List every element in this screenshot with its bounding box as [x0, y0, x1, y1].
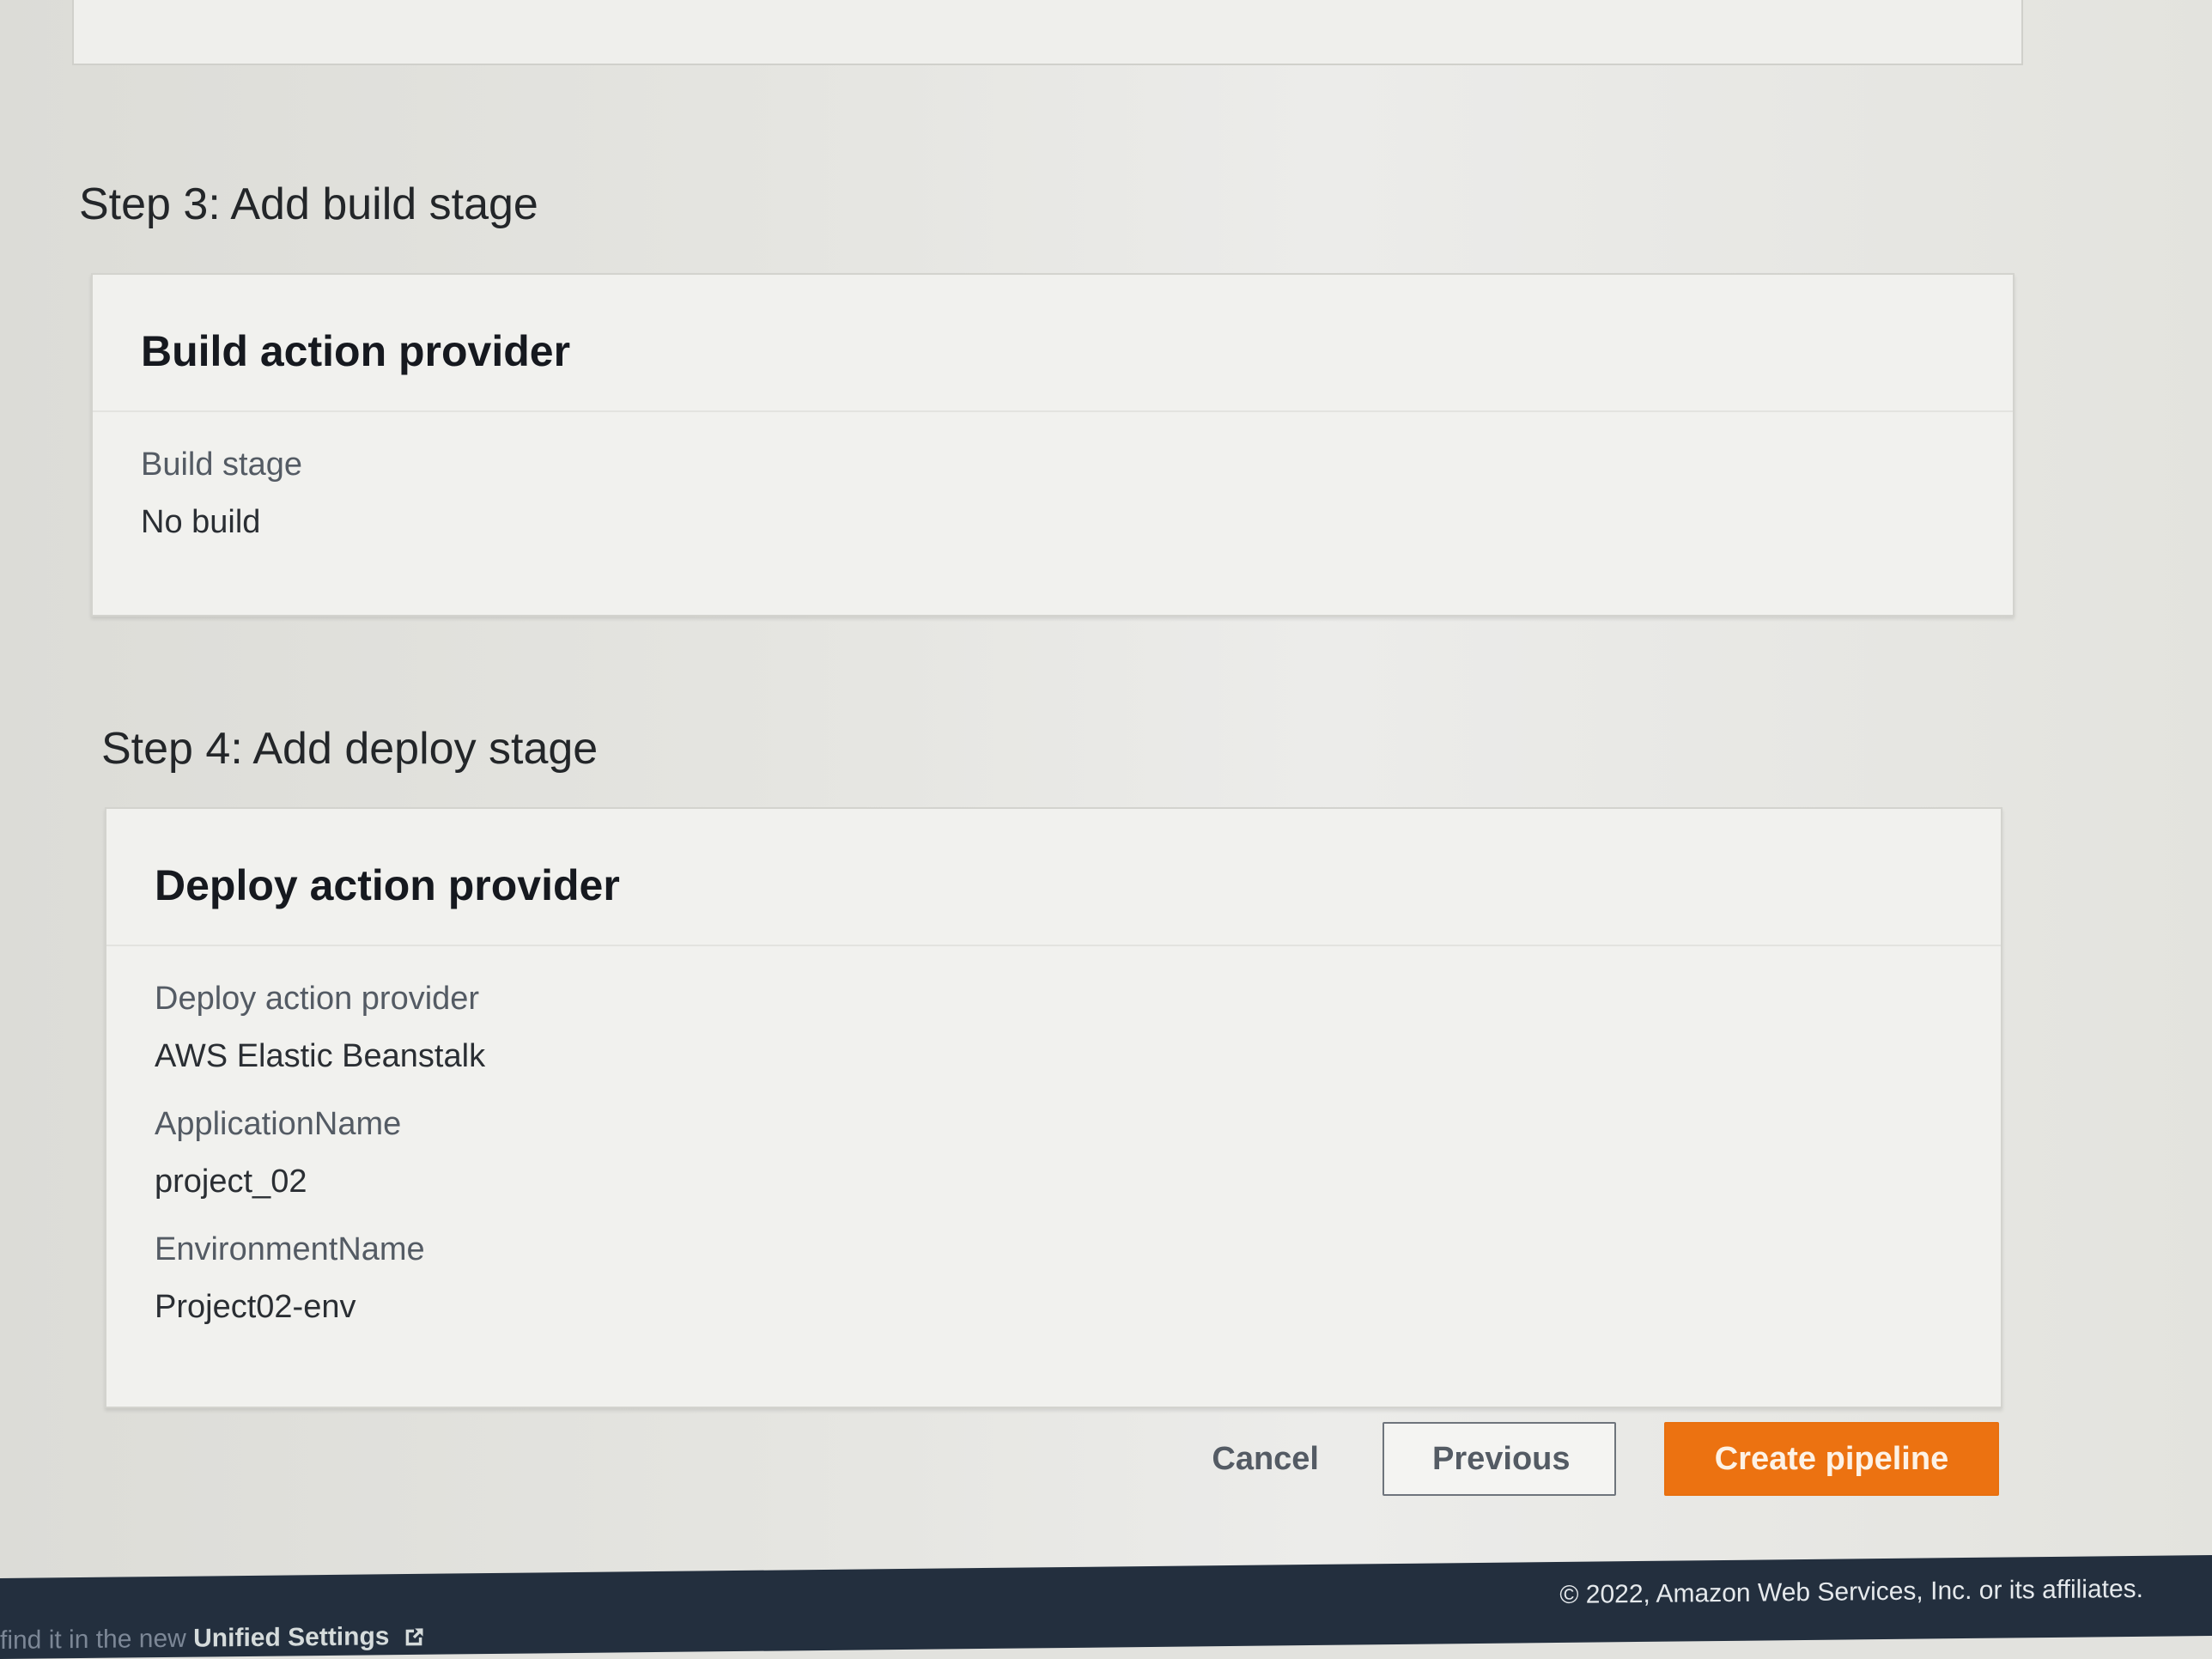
build-card-title: Build action provider [141, 327, 571, 375]
application-name-value: project_02 [155, 1164, 307, 1200]
external-link-icon [405, 1628, 423, 1646]
cancel-button[interactable]: Cancel [1196, 1422, 1334, 1496]
deploy-provider-label: Deploy action provider [155, 981, 480, 1017]
wizard-actions: Cancel Previous Create pipeline [1196, 1422, 1999, 1496]
build-stage-value: No build [141, 504, 261, 540]
step3-heading: Step 3: Add build stage [79, 179, 538, 229]
footer-settings-notice: find it in the new Unified Settings [0, 1622, 426, 1656]
build-stage-label: Build stage [141, 447, 303, 483]
environment-name-label: EnvironmentName [155, 1231, 425, 1267]
footer-copyright: © 2022, Amazon Web Services, Inc. or its… [1559, 1574, 2143, 1609]
unified-settings-label: Unified Settings [193, 1622, 390, 1653]
build-action-provider-card: Build action provider Build stage No bui… [91, 273, 2014, 617]
deploy-action-provider-card: Deploy action provider Deploy action pro… [105, 807, 2002, 1408]
card-body: Deploy action provider AWS Elastic Beans… [106, 946, 2001, 1326]
deploy-card-title: Deploy action provider [155, 861, 620, 909]
create-pipeline-button[interactable]: Create pipeline [1664, 1422, 1999, 1496]
card-header: Deploy action provider [106, 809, 2001, 946]
environment-name-value: Project02-env [155, 1289, 356, 1325]
step2-card-bottom [72, 0, 2023, 65]
deploy-provider-value: AWS Elastic Beanstalk [155, 1038, 486, 1074]
card-header: Build action provider [93, 275, 2013, 412]
page-content: Step 3: Add build stage Build action pro… [0, 0, 2212, 1599]
application-name-label: ApplicationName [155, 1106, 402, 1142]
unified-settings-link[interactable]: Unified Settings [193, 1622, 426, 1653]
footer-notice-text: find it in the new [0, 1624, 186, 1655]
previous-button[interactable]: Previous [1382, 1422, 1616, 1496]
step4-heading: Step 4: Add deploy stage [101, 724, 599, 774]
card-body: Build stage No build [93, 412, 2013, 541]
